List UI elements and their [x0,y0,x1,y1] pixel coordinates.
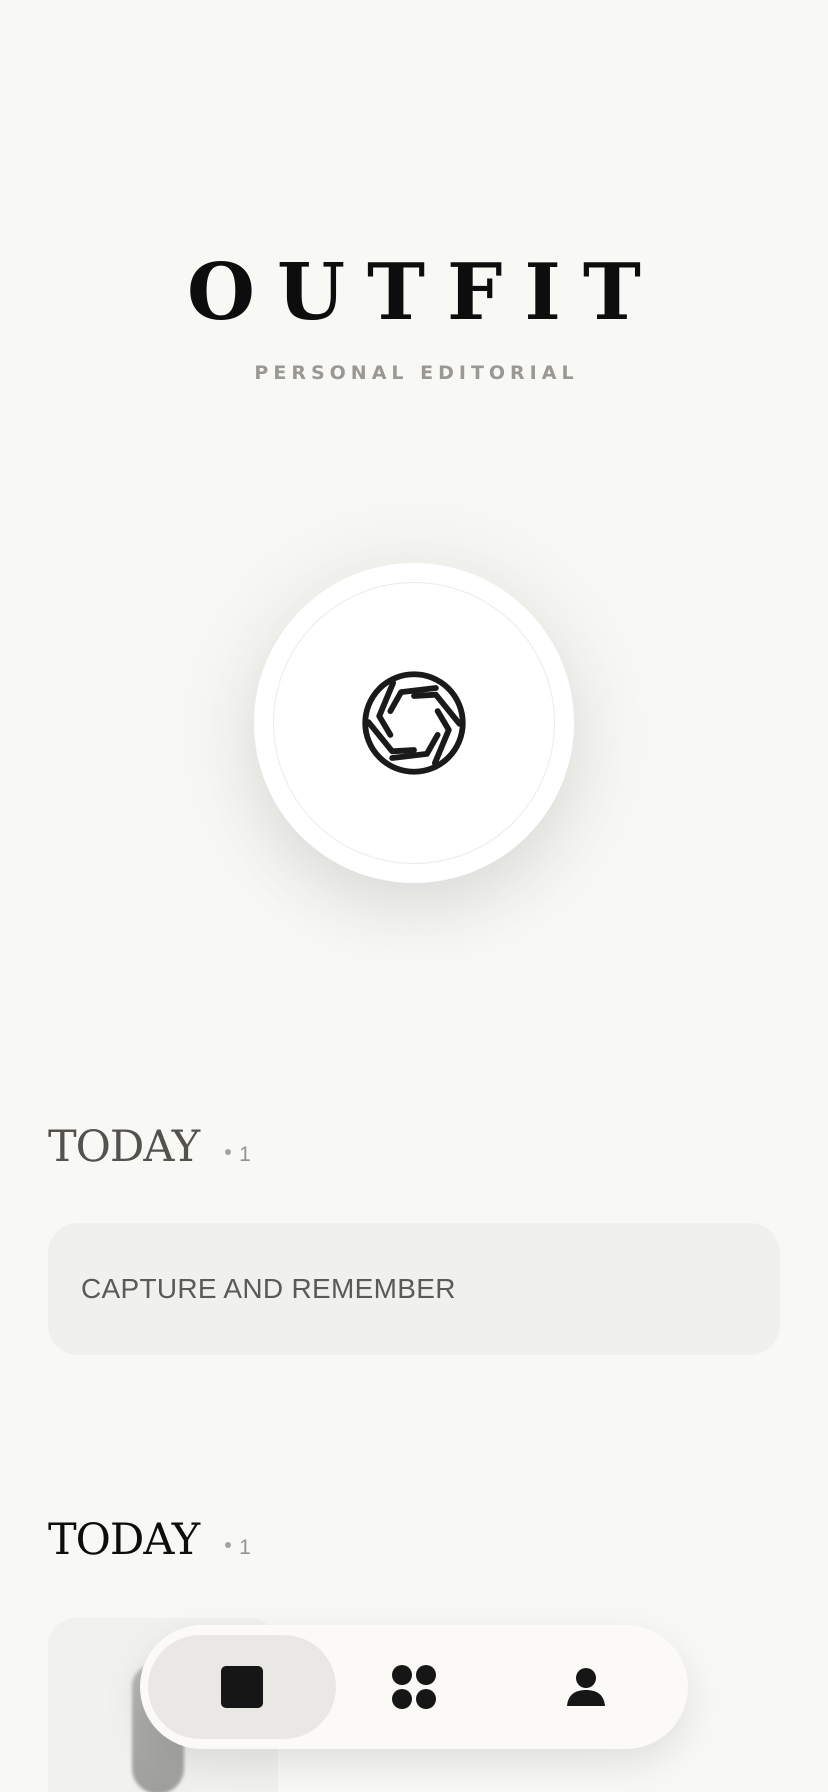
four-dots-icon [392,1665,436,1709]
note-card[interactable]: CAPTURE AND REMEMBER [48,1223,780,1355]
app-subtitle: PERSONAL EDITORIAL [254,362,579,384]
nav-item-profile[interactable] [512,1635,660,1739]
app-title: OUTFIT [187,247,663,338]
square-icon [221,1666,263,1708]
note-text: CAPTURE AND REMEMBER [81,1273,456,1304]
capture-button[interactable] [254,563,574,883]
nav-item-capture[interactable] [148,1635,336,1739]
person-icon [567,1668,605,1706]
section-title: TODAY [48,1122,200,1172]
section-header-today-2: TODAY 1 [48,1519,251,1562]
section-title: TODAY [48,1515,200,1565]
section-header-today: TODAY 1 [48,1126,251,1169]
dot-separator [225,1149,232,1155]
nav-item-collection[interactable] [340,1635,488,1739]
section-count: 1 [239,1536,251,1559]
section-count: 1 [239,1143,251,1166]
dot-separator [225,1542,232,1548]
bottom-nav [140,1625,688,1749]
aperture-icon [362,671,466,775]
